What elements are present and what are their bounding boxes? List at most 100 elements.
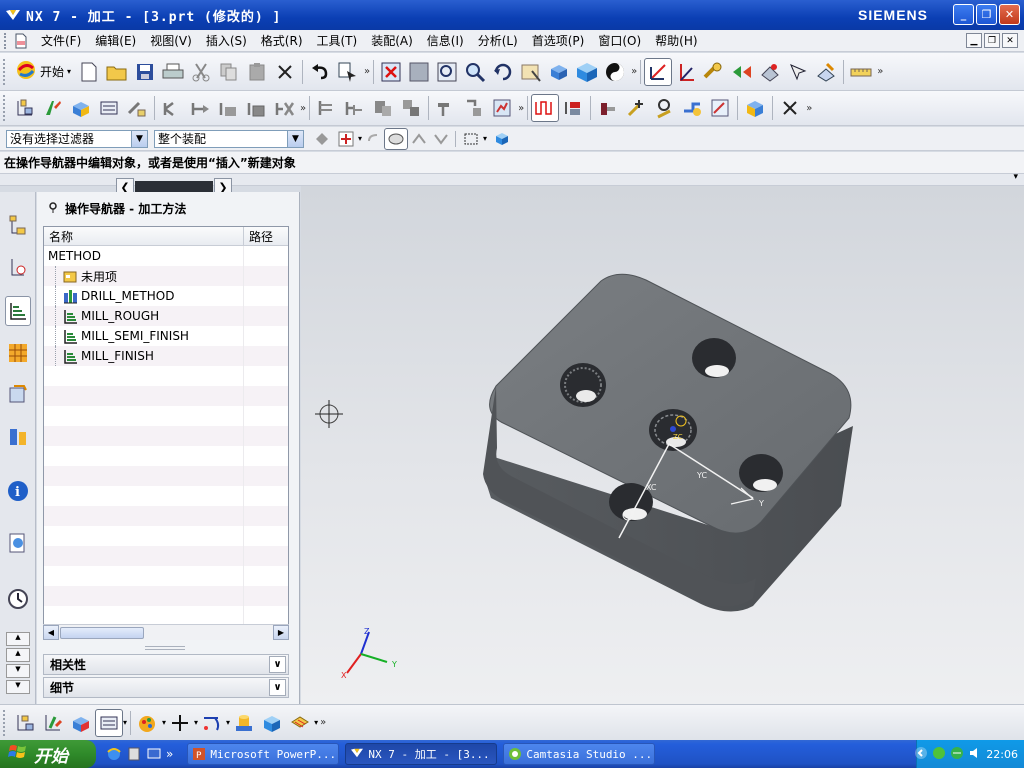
print-button[interactable] — [159, 58, 187, 86]
chevron-down-icon[interactable]: ▾ — [1013, 172, 1018, 182]
menu-tools[interactable]: 工具(T) — [310, 32, 365, 49]
tool-group-button[interactable] — [39, 709, 67, 737]
scroll-right-button[interactable]: ▶ — [273, 625, 289, 640]
menu-analysis[interactable]: 分析(L) — [471, 32, 525, 49]
assembly-selection-icon[interactable] — [310, 128, 334, 150]
select-body-button[interactable] — [491, 128, 513, 150]
information-tab[interactable]: i — [5, 476, 31, 506]
new-file-button[interactable] — [75, 58, 103, 86]
tree-row-mill-finish[interactable]: MILL_FINISH — [44, 346, 288, 366]
menu-format[interactable]: 格式(R) — [254, 32, 310, 49]
tree-row-unused[interactable]: 未用项 — [44, 266, 288, 286]
select-face-button[interactable] — [384, 127, 409, 150]
feed-rates-button[interactable] — [432, 94, 460, 122]
curve-button[interactable] — [198, 709, 226, 737]
rotate-button[interactable] — [489, 58, 517, 86]
gouge-check-button[interactable] — [706, 94, 734, 122]
edit-object-button[interactable] — [460, 94, 488, 122]
threaded-hole[interactable] — [560, 363, 606, 407]
task-powerpoint[interactable]: P Microsoft PowerP... — [187, 743, 340, 765]
tool-holder-button[interactable] — [594, 94, 622, 122]
chevron-down-icon[interactable]: ▾ — [483, 134, 487, 143]
constraint-navigator-tab[interactable] — [5, 252, 31, 282]
palette-tab[interactable] — [5, 422, 31, 452]
toolbar-overflow-icon[interactable]: » — [364, 66, 370, 77]
toolbar-grip-3[interactable] — [3, 709, 8, 736]
panel-splitter[interactable] — [145, 646, 185, 650]
shop-doc-button[interactable] — [369, 94, 397, 122]
tray-expand-icon[interactable] — [914, 746, 928, 763]
camtasia-tray-icon[interactable] — [932, 746, 946, 763]
operation-navigator-tab[interactable] — [5, 296, 31, 326]
scope-select[interactable]: 整个装配 ▼ — [154, 129, 304, 148]
snap-point-button[interactable] — [334, 128, 358, 150]
create-geometry-button[interactable] — [756, 58, 784, 86]
measure-distance-button[interactable] — [847, 58, 875, 86]
cut-button[interactable] — [187, 58, 215, 86]
menu-help[interactable]: 帮助(H) — [648, 32, 704, 49]
menu-window[interactable]: 窗口(O) — [591, 32, 648, 49]
task-camtasia[interactable]: Camtasia Studio ... — [503, 743, 656, 765]
copy-button[interactable] — [215, 58, 243, 86]
delete-object-button[interactable] — [776, 94, 804, 122]
blank-display-button[interactable] — [741, 94, 769, 122]
operation-display-button[interactable] — [559, 94, 587, 122]
undo-select-icon[interactable] — [362, 128, 384, 150]
rectangle-select-button[interactable] — [459, 128, 483, 150]
chevron-down-icon[interactable]: ∨ — [269, 656, 286, 673]
menu-preferences[interactable]: 首选项(P) — [525, 32, 592, 49]
create-method-button[interactable] — [784, 58, 812, 86]
select-edge-button[interactable] — [408, 128, 430, 150]
zoom-in-out-button[interactable] — [461, 58, 489, 86]
create-tool-button[interactable] — [728, 58, 756, 86]
menu-information[interactable]: 信息(I) — [420, 32, 471, 49]
toolbar-overflow-icon-4[interactable]: » — [300, 103, 306, 114]
quick-launch-more[interactable]: » — [166, 747, 173, 761]
toolbar-overflow-icon-7[interactable]: » — [320, 717, 326, 728]
pin-icon[interactable] — [47, 201, 59, 216]
tool-check-button[interactable] — [650, 94, 678, 122]
details-section[interactable]: 细节 ∨ — [43, 677, 289, 698]
task-nx[interactable]: NX 7 - 加工 - [3... — [345, 743, 498, 765]
tree-row-mill-rough[interactable]: MILL_ROUGH — [44, 306, 288, 326]
ie-icon[interactable] — [106, 746, 122, 762]
toolbar-grip-2[interactable] — [3, 95, 8, 121]
toolbar-overflow-icon-2[interactable]: » — [631, 66, 637, 77]
menu-grip[interactable] — [4, 32, 10, 49]
machine-tool-view-button[interactable] — [39, 94, 67, 122]
cutter-compensation-button[interactable] — [678, 94, 706, 122]
shaded-view-button[interactable] — [573, 58, 601, 86]
machine-tool-navigator-tab[interactable] — [5, 338, 31, 368]
network-icon[interactable] — [950, 746, 964, 763]
method-group-button[interactable] — [95, 708, 123, 737]
graphics-window[interactable]: YC XC ZC Y Z X Y — [301, 186, 1024, 704]
render-style-button[interactable] — [601, 58, 629, 86]
block-button[interactable] — [258, 709, 286, 737]
menu-edit[interactable]: 编辑(E) — [88, 32, 143, 49]
create-operation-button[interactable] — [812, 58, 840, 86]
wcs-dynamics-button[interactable] — [644, 57, 673, 86]
history-tab[interactable] — [5, 584, 31, 614]
start-button[interactable]: 开始 — [0, 740, 96, 768]
web-browser-tab[interactable] — [5, 528, 31, 558]
delete-button[interactable] — [271, 58, 299, 86]
resource-scroll[interactable]: ▲ ▲ ▼ ▼ — [6, 632, 30, 696]
create-program-button[interactable] — [700, 58, 728, 86]
command-finder-button[interactable] — [334, 58, 362, 86]
toolbar-grip[interactable] — [3, 58, 8, 85]
chevron-down-icon[interactable]: ▾ — [314, 718, 318, 727]
menu-file[interactable]: 文件(F) — [34, 32, 88, 49]
orient-view-button[interactable] — [545, 58, 573, 86]
undo-button[interactable] — [306, 58, 334, 86]
close-button[interactable]: ✕ — [999, 4, 1020, 25]
pan-button[interactable] — [517, 58, 545, 86]
save-button[interactable] — [131, 58, 159, 86]
dependencies-section[interactable]: 相关性 ∨ — [43, 654, 289, 675]
point-button[interactable] — [166, 709, 194, 737]
media-player-icon[interactable] — [126, 746, 142, 762]
menu-view[interactable]: 视图(V) — [143, 32, 199, 49]
machining-method-view-button[interactable] — [95, 94, 123, 122]
toolpath-display-button[interactable] — [531, 94, 560, 122]
navigator-hscroll[interactable]: ◀ ▶ — [43, 624, 289, 640]
minimize-button[interactable]: _ — [953, 4, 974, 25]
